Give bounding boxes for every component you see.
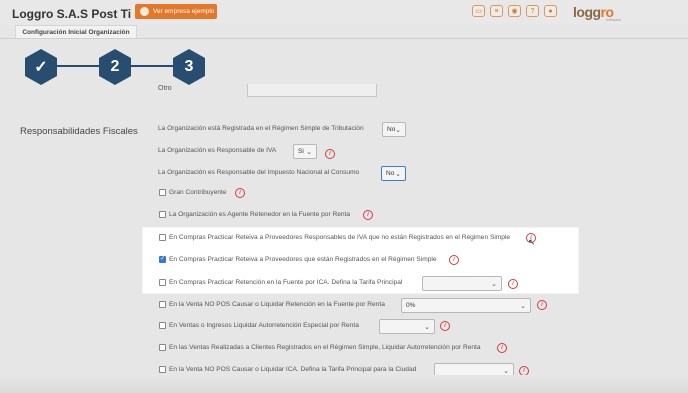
demo-button-label: Ver empresa ejemplo (153, 8, 215, 15)
step-3-current[interactable]: 3 (173, 49, 205, 85)
otro-label: Otro (158, 85, 172, 92)
chevron-down-icon: ⌄ (395, 127, 401, 134)
autorretencion-simple-checkbox[interactable] (159, 344, 166, 351)
chevron-down-icon: ⌄ (424, 324, 430, 331)
info-icon[interactable]: i (325, 149, 335, 159)
select-value: No (387, 126, 396, 133)
retencion-ica-checkbox[interactable] (159, 279, 166, 286)
retencion-ica-label: En Compras Practicar Retención en la Fue… (169, 279, 403, 286)
cloud-icon (140, 7, 149, 16)
info-icon[interactable]: i (537, 300, 547, 310)
select-value: No (386, 170, 395, 177)
venta-ica-checkbox[interactable] (159, 366, 166, 373)
chevron-down-icon: ⌄ (395, 171, 401, 178)
bottom-fade (0, 375, 688, 393)
autorretencion-especial-checkbox[interactable] (159, 322, 166, 329)
select-value: Si (298, 148, 304, 155)
logo-subtitle: software (606, 17, 622, 22)
tab-divider (0, 38, 688, 39)
info-icon[interactable]: i (235, 188, 245, 198)
section-title: Responsabilidades Fiscales (20, 126, 138, 137)
agente-retenedor-checkbox[interactable] (159, 211, 166, 218)
agente-retenedor-label: La Organización es Agente Retenedor en l… (169, 211, 351, 218)
chevron-down-icon: ⌄ (306, 149, 312, 156)
autorretencion-simple-label: En las Ventas Realizadas a Clientes Regi… (169, 344, 481, 351)
venta-retencion-renta-label: En la Venta NO POS Causar o Liquidar Ret… (169, 301, 385, 308)
otro-input[interactable] (247, 84, 377, 97)
list-icon[interactable]: ≡ (490, 5, 503, 17)
chat-icon[interactable]: ▭ (472, 5, 485, 17)
app-title: Loggro S.A.S Post Ti (12, 7, 132, 21)
camera-icon[interactable]: ◉ (508, 5, 521, 17)
autorretencion-especial-select[interactable]: ⌄ (379, 319, 435, 334)
step-1-complete[interactable]: ✓ (25, 49, 57, 85)
responsable-iva-label: La Organización es Responsable de IVA (158, 147, 277, 154)
gran-contribuyente-checkbox[interactable] (159, 189, 166, 196)
logo-main: logg (573, 4, 601, 20)
responsable-iva-select[interactable]: Si ⌄ (293, 144, 317, 159)
venta-retencion-renta-select[interactable]: 0% ⌄ (401, 298, 531, 313)
info-icon[interactable]: i (449, 255, 459, 265)
reteiva-simple-label: En Compras Practicar Reteiva a Proveedor… (169, 256, 437, 263)
reteiva-no-simple-label: En Compras Practicar Reteiva a Proveedor… (169, 234, 511, 241)
tab-configuracion-inicial[interactable]: Configuración Inicial Organización (15, 25, 137, 38)
info-icon[interactable]: i (497, 343, 507, 353)
reteiva-no-simple-checkbox[interactable] (159, 234, 166, 241)
info-icon[interactable]: i (363, 210, 373, 220)
help-icon[interactable]: ? (526, 5, 539, 17)
tab-label: Configuración Inicial Organización (22, 28, 130, 36)
retencion-ica-select[interactable]: ⌄ (422, 276, 502, 291)
info-icon[interactable]: i (440, 321, 450, 331)
user-icon[interactable]: ● (544, 5, 557, 17)
select-value: 0% (406, 302, 416, 309)
autorretencion-especial-label: En Ventas o Ingresos Liquidar Autorreten… (169, 322, 359, 329)
step-connector (55, 65, 103, 67)
gran-contribuyente-label: Gran Contribuyente (169, 189, 227, 196)
venta-ica-label: En la Venta NO POS Causar o Liquidar ICA… (169, 366, 417, 373)
top-icon-bar: ▭ ≡ ◉ ? ● (472, 5, 557, 17)
view-demo-company-button[interactable]: Ver empresa ejemplo (135, 4, 217, 19)
impuesto-consumo-label: La Organización es Responsable del Impue… (158, 169, 360, 176)
mouse-cursor-icon: ↖ (528, 237, 536, 247)
chevron-down-icon: ⌄ (491, 281, 497, 288)
wizard-stepper: ✓ 2 3 (25, 49, 205, 85)
impuesto-consumo-select[interactable]: No ⌄ (381, 166, 406, 181)
regimen-simple-label: La Organización está Registrada en el Ré… (158, 125, 364, 132)
top-bar: Loggro S.A.S Post Ti Ver empresa ejemplo… (0, 0, 688, 24)
info-icon[interactable]: i (508, 279, 518, 289)
step-connector (129, 65, 177, 67)
reteiva-simple-checkbox[interactable]: ✓ (159, 256, 166, 263)
regimen-simple-select[interactable]: No ⌄ (382, 122, 406, 137)
chevron-down-icon: ⌄ (503, 368, 509, 375)
chevron-down-icon: ⌄ (520, 303, 526, 310)
step-2[interactable]: 2 (99, 49, 131, 85)
venta-retencion-renta-checkbox[interactable] (159, 301, 166, 308)
